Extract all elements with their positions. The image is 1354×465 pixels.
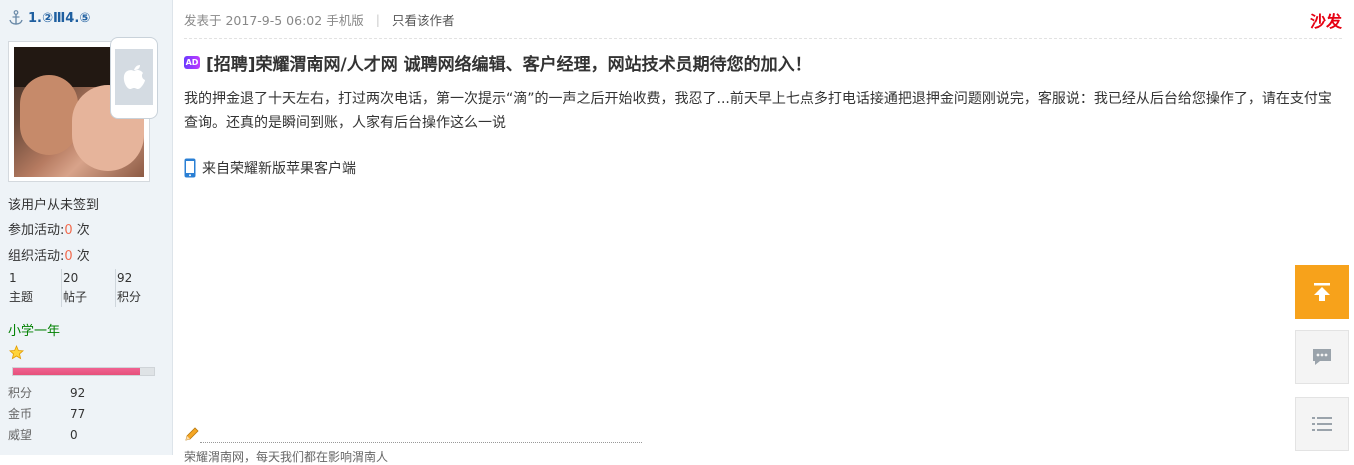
back-to-top-icon (1314, 283, 1330, 301)
mobile-client-badge (110, 37, 158, 119)
username-link[interactable]: 1.②Ⅲ4.⑤ (28, 11, 90, 26)
stat-posts[interactable]: 20 帖子 (62, 269, 116, 307)
post-body: 我的押金退了十天左右，打过两次电话，第一次提示“滴”的一声之后开始收费，我忍了.… (184, 91, 1332, 131)
stat-label: 帖子 (63, 290, 88, 304)
credit-value: 77 (70, 407, 86, 421)
signature-text: 荣耀渭南网，每天我们都在影响渭南人 (184, 450, 389, 464)
stat-threads[interactable]: 1 主题 (8, 269, 62, 307)
credit-label: 金币 (8, 407, 33, 421)
stat-value: 1 (9, 271, 17, 285)
chat-icon (1313, 349, 1331, 365)
phone-screen (115, 49, 153, 105)
post-meta: 发表于 2017-9-5 06:02 手机版 | 只看该作者 (184, 10, 454, 29)
star-icon (9, 345, 24, 360)
avatar-face-adult (20, 75, 78, 155)
activities-joined-value[interactable]: 0 (64, 223, 72, 238)
activities-joined-unit: 次 (72, 223, 90, 238)
ad-badge: AD (184, 56, 200, 69)
credit-table: 积分 92 金币 77 威望 0 (8, 383, 85, 446)
username-row: 1.②Ⅲ4.⑤ (8, 10, 90, 26)
user-stats: 1 主题 20 帖子 92 积分 (8, 269, 169, 307)
list-icon (1312, 417, 1332, 431)
stat-label: 积分 (117, 290, 142, 304)
post-title: AD [招聘]荣耀渭南网/人才网 诚聘网络编辑、客户经理，网站技术员期待您的加入… (184, 50, 812, 75)
pencil-icon (185, 427, 199, 441)
credit-row: 金币 77 (8, 404, 85, 425)
meta-divider (184, 38, 1342, 39)
author-only-link[interactable]: 只看该作者 (392, 10, 455, 29)
reply-button[interactable] (1295, 330, 1349, 384)
back-to-list-button[interactable] (1295, 397, 1349, 451)
apple-icon (123, 65, 145, 89)
signin-status: 该用户从未签到 (8, 198, 100, 213)
credit-value: 0 (70, 428, 78, 442)
credit-value: 92 (70, 386, 86, 400)
credit-label: 积分 (8, 386, 33, 400)
post-timestamp: 发表于 2017-9-5 06:02 (184, 13, 323, 28)
floor-label[interactable]: 沙发 (1310, 8, 1342, 32)
signature-area: 荣耀渭南网，每天我们都在影响渭南人 (184, 426, 642, 464)
client-source[interactable]: 来自荣耀新版苹果客户端 (184, 158, 356, 178)
stat-value: 92 (117, 271, 133, 285)
activities-organized-unit: 次 (72, 249, 90, 264)
activities-organized: 组织活动:0 次 (8, 245, 90, 264)
phone-icon (184, 158, 196, 178)
stat-label: 主题 (9, 290, 34, 304)
activities-organized-value[interactable]: 0 (64, 249, 72, 264)
back-to-top-button[interactable] (1295, 265, 1349, 319)
stat-points[interactable]: 92 积分 (116, 269, 169, 307)
user-sidebar: 1.②Ⅲ4.⑤ 该用户从未签到 参加活动:0 次 组织活动:0 次 1 主题 2… (0, 0, 173, 455)
activities-joined-label: 参加活动: (8, 223, 65, 238)
post-device: 手机版 (326, 13, 364, 28)
stat-value: 20 (63, 271, 79, 285)
level-progress-fill (13, 368, 140, 375)
credit-row: 积分 92 (8, 383, 85, 404)
ad-title-link[interactable]: [招聘]荣耀渭南网/人才网 诚聘网络编辑、客户经理，网站技术员期待您的加入！ (206, 50, 812, 75)
meta-separator: | (375, 12, 380, 27)
anchor-icon (9, 10, 23, 25)
user-level[interactable]: 小学一年 (8, 320, 60, 339)
level-progress-bar (12, 367, 155, 376)
credit-row: 威望 0 (8, 425, 85, 446)
client-source-label: 来自荣耀新版苹果客户端 (202, 161, 356, 177)
credit-label: 威望 (8, 428, 33, 442)
signature-divider (200, 442, 642, 443)
activities-organized-label: 组织活动: (8, 249, 65, 264)
post-content: 发表于 2017-9-5 06:02 手机版 | 只看该作者 沙发 AD [招聘… (173, 0, 1354, 464)
activities-joined: 参加活动:0 次 (8, 219, 90, 238)
